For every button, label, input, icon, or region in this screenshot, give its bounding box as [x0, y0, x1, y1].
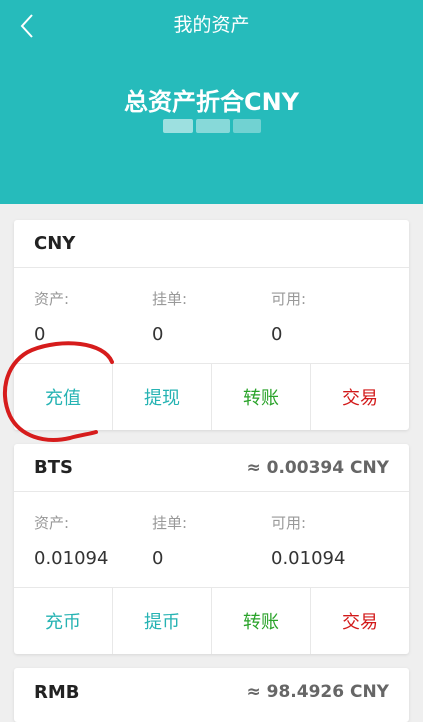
asset-rate: ≈ 98.4926 CNY [246, 682, 389, 702]
withdraw-button[interactable]: 提现 [113, 364, 212, 430]
asset-code: RMB [34, 681, 80, 703]
trade-button[interactable]: 交易 [311, 364, 409, 430]
card-header: BTS ≈ 0.00394 CNY [14, 444, 409, 492]
deposit-coin-button[interactable]: 充币 [14, 588, 113, 654]
asset-card-bts: BTS ≈ 0.00394 CNY 资产: 0.01094 挂单: 0 可用: … [14, 444, 409, 654]
asset-code: BTS [34, 457, 73, 478]
asset-stats: 资产: 0.01094 挂单: 0 可用: 0.01094 [14, 492, 409, 588]
card-actions: 充币 提币 转账 交易 [14, 588, 409, 654]
stat-value: 0 [271, 324, 283, 345]
transfer-button[interactable]: 转账 [212, 364, 311, 430]
total-assets-value-blurred [163, 115, 271, 147]
total-assets-label: 总资产折合CNY [123, 88, 300, 116]
header: 我的资产 总资产折合CNY [0, 0, 423, 204]
stat-label: 挂单: [152, 514, 188, 532]
stat-value: 0 [34, 324, 46, 345]
stat-value: 0 [152, 324, 164, 345]
asset-rate: ≈ 0.00394 CNY [246, 457, 389, 478]
stat-label: 可用: [271, 290, 307, 308]
stat-value: 0.01094 [34, 548, 109, 569]
asset-code: CNY [34, 233, 76, 254]
trade-button[interactable]: 交易 [311, 588, 409, 654]
asset-card-rmb: RMB ≈ 98.4926 CNY [14, 668, 409, 722]
stat-value: 0 [152, 548, 164, 569]
withdraw-coin-button[interactable]: 提币 [113, 588, 212, 654]
card-actions: 充值 提现 转账 交易 [14, 364, 409, 430]
page-title: 我的资产 [173, 14, 250, 36]
asset-stats: 资产: 0 挂单: 0 可用: 0 [14, 268, 409, 364]
deposit-button[interactable]: 充值 [14, 364, 113, 430]
stat-label: 资产: [34, 290, 70, 308]
card-header: RMB ≈ 98.4926 CNY [14, 668, 409, 716]
stat-label: 资产: [34, 514, 70, 532]
stat-label: 挂单: [152, 290, 188, 308]
asset-card-cny: CNY 资产: 0 挂单: 0 可用: 0 充值 提现 转账 交易 [14, 220, 409, 430]
stat-value: 0.01094 [271, 548, 346, 569]
stat-label: 可用: [271, 514, 307, 532]
card-header: CNY [14, 220, 409, 268]
transfer-button[interactable]: 转账 [212, 588, 311, 654]
